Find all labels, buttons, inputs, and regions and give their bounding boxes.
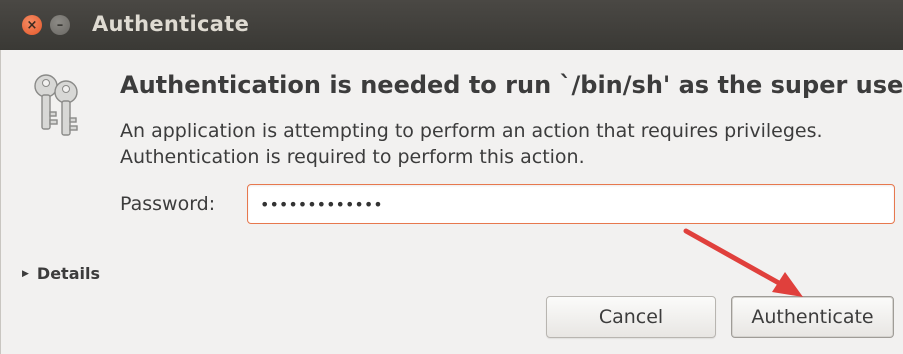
dialog-message: An application is attempting to perform … — [120, 120, 823, 168]
cancel-button[interactable]: Cancel — [546, 296, 716, 338]
details-label: Details — [36, 264, 100, 283]
minimize-window-button[interactable]: – — [50, 15, 70, 35]
authenticate-button[interactable]: Authenticate — [731, 296, 894, 338]
keys-icon — [34, 74, 78, 136]
dialog-heading: Authentication is needed to run `/bin/sh… — [120, 71, 903, 99]
password-label: Password: — [120, 193, 216, 215]
close-window-button[interactable]: × — [22, 15, 42, 35]
close-icon: × — [26, 17, 38, 33]
password-input[interactable] — [247, 184, 895, 224]
window-titlebar: × – Authenticate — [0, 0, 903, 50]
minimize-icon: – — [56, 17, 64, 33]
window-title: Authenticate — [92, 12, 250, 36]
details-expander[interactable]: ▶ Details — [22, 264, 100, 283]
triangle-right-icon: ▶ — [22, 268, 29, 279]
